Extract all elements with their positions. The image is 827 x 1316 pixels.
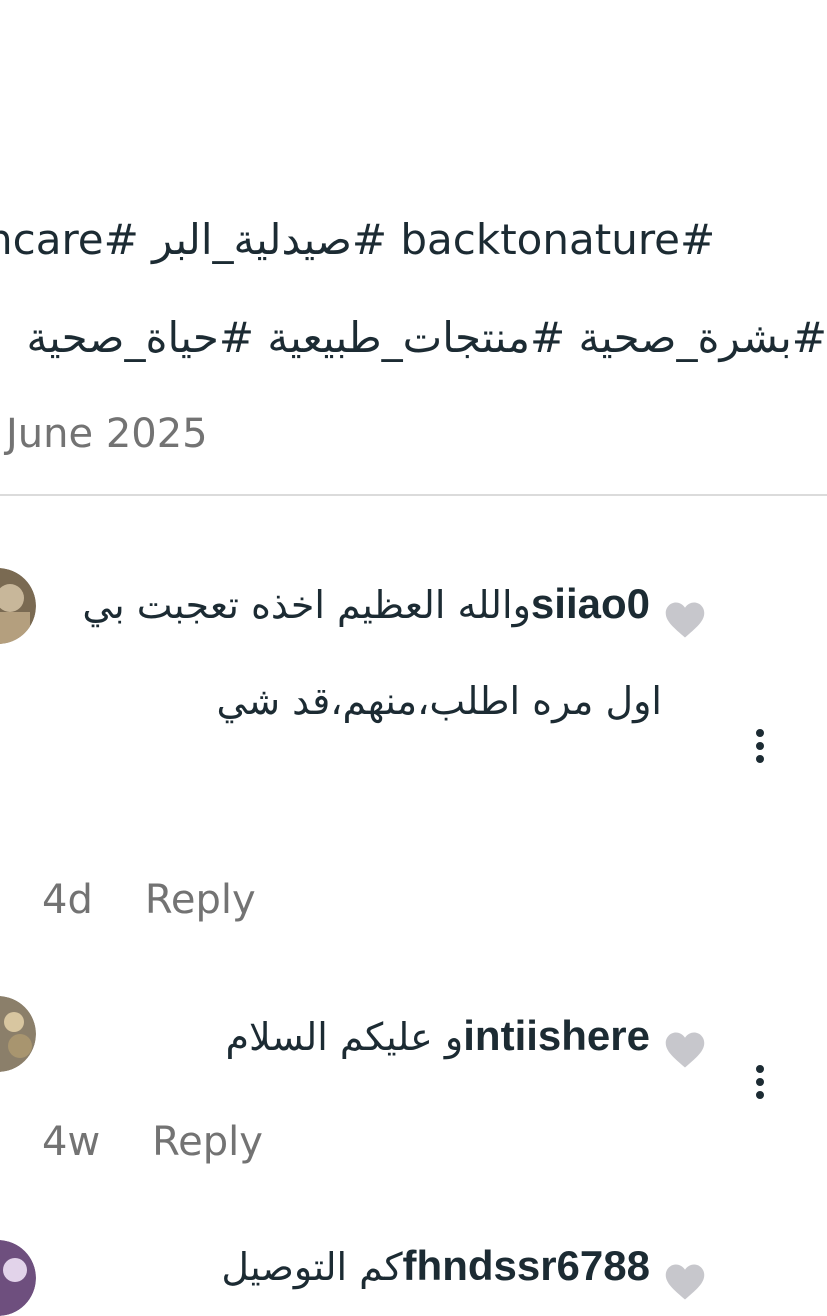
comment-time: 4w bbox=[42, 1119, 101, 1165]
reply-button[interactable]: Reply bbox=[152, 1119, 263, 1165]
comment-body: و عليكم السلام bbox=[225, 1015, 464, 1059]
reply-button[interactable]: Reply bbox=[145, 877, 256, 923]
avatar[interactable] bbox=[0, 1240, 36, 1316]
caption-hashtags-text-1[interactable]: kincare# صيدلية_البر# backtonature# bbox=[0, 215, 715, 264]
caption-hashtags-line-2[interactable]: #بشرة_صحية #منتجات_طبيعية #حياة_صحية bbox=[0, 312, 827, 364]
caption-hashtags-text-2[interactable]: #بشرة_صحية #منتجات_طبيعية #حياة_صحية bbox=[26, 313, 827, 362]
comment-text: siiao0والله العظيم اخذه تعجبت بي اول مره… bbox=[42, 556, 662, 749]
comment-username[interactable]: siiao0 bbox=[531, 580, 650, 627]
post-date: June 2025 bbox=[6, 411, 208, 457]
divider bbox=[0, 494, 827, 496]
comment-time: 4d bbox=[42, 877, 93, 923]
heart-icon[interactable] bbox=[664, 1262, 706, 1302]
avatar[interactable] bbox=[0, 568, 36, 644]
comment-body: كم التوصيل bbox=[221, 1245, 403, 1289]
avatar-photo-icon bbox=[0, 1240, 36, 1316]
caption-hashtags-line-1[interactable]: kincare# صيدلية_البر# backtonature# bbox=[0, 214, 827, 266]
avatar-photo-icon bbox=[0, 996, 36, 1072]
comment-meta: 4w Reply bbox=[42, 1118, 263, 1166]
heart-icon[interactable] bbox=[664, 1030, 706, 1070]
avatar[interactable] bbox=[0, 996, 36, 1072]
avatar-photo-icon bbox=[0, 568, 36, 644]
comment-meta: 4d Reply bbox=[42, 876, 256, 924]
comment-text: intiishereو عليكم السلام bbox=[42, 988, 662, 1085]
more-options-icon[interactable] bbox=[744, 1062, 776, 1102]
heart-icon[interactable] bbox=[664, 600, 706, 640]
comment-username[interactable]: intiishere bbox=[463, 1012, 650, 1059]
more-options-icon[interactable] bbox=[744, 726, 776, 766]
comment-text: fhndssr6788كم التوصيل bbox=[42, 1218, 662, 1315]
comment-username[interactable]: fhndssr6788 bbox=[403, 1242, 650, 1289]
